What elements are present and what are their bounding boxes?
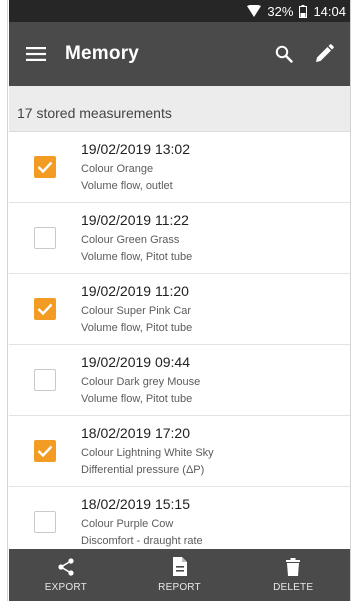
edit-button[interactable] bbox=[304, 22, 344, 86]
status-bar: 32% 14:04 bbox=[9, 0, 350, 22]
measurement-name: Colour Green Grass bbox=[81, 234, 180, 246]
report-button[interactable]: REPORT bbox=[123, 549, 237, 601]
document-icon bbox=[172, 557, 187, 576]
measurement-list[interactable]: 19/02/2019 13:02 Colour Orange Volume flow… bbox=[9, 132, 350, 552]
menu-button[interactable] bbox=[9, 22, 63, 86]
select-checkbox[interactable] bbox=[34, 369, 56, 391]
measurement-name: Colour Super Pink Car bbox=[81, 305, 192, 317]
subheader-spacer bbox=[9, 86, 350, 94]
measurement-details: 19/02/2019 11:20 Colour Super Pink Car Vol… bbox=[81, 281, 192, 337]
menu-icon bbox=[26, 47, 46, 61]
select-checkbox[interactable] bbox=[34, 440, 56, 462]
checkmark-icon bbox=[37, 161, 53, 173]
measurement-name: Colour Lightning White Sky bbox=[81, 447, 214, 459]
measurement-details: 19/02/2019 13:02 Colour Orange Volume flow… bbox=[81, 139, 190, 195]
measurement-datetime: 19/02/2019 13:02 bbox=[81, 141, 190, 157]
measurement-type: Volume flow, Pitot tube bbox=[81, 251, 193, 263]
checkmark-icon bbox=[37, 303, 53, 315]
list-item[interactable]: 18/02/2019 17:20 Colour Lightning White S… bbox=[9, 416, 350, 487]
checkmark-icon bbox=[37, 445, 53, 457]
list-item[interactable]: 19/02/2019 11:22 Colour Green Grass Volume… bbox=[9, 203, 350, 274]
checkbox-container bbox=[9, 416, 81, 487]
checkbox-container bbox=[9, 487, 81, 553]
phone-screen: 32% 14:04 Memory 17 stored measurements … bbox=[9, 0, 350, 601]
bottom-action-bar: EXPORT REPORT DELETE bbox=[9, 549, 350, 601]
search-button[interactable] bbox=[264, 22, 304, 86]
checkbox-container bbox=[9, 345, 81, 416]
checkbox-container bbox=[9, 203, 81, 274]
checkbox-container bbox=[9, 132, 81, 203]
delete-button[interactable]: DELETE bbox=[236, 549, 350, 601]
measurement-datetime: 18/02/2019 17:20 bbox=[81, 425, 190, 441]
battery-icon bbox=[299, 4, 308, 18]
measurement-name: Colour Orange bbox=[81, 163, 154, 175]
measurement-name: Colour Purple Cow bbox=[81, 518, 174, 530]
measurement-type: Discomfort - draught rate bbox=[81, 535, 203, 547]
select-checkbox[interactable] bbox=[34, 156, 56, 178]
measurement-datetime: 18/02/2019 15:15 bbox=[81, 496, 190, 512]
measurement-details: 19/02/2019 09:44 Colour Dark grey Mouse Vo… bbox=[81, 352, 200, 408]
export-label: EXPORT bbox=[44, 581, 87, 593]
battery-percent: 32% bbox=[267, 3, 294, 19]
measurement-type: Volume flow, outlet bbox=[81, 180, 173, 192]
measurement-type: Volume flow, Pitot tube bbox=[81, 322, 193, 334]
list-item[interactable]: 18/02/2019 15:15 Colour Purple Cow Discomf… bbox=[9, 487, 350, 552]
select-checkbox[interactable] bbox=[34, 298, 56, 320]
delete-label: DELETE bbox=[273, 581, 314, 593]
page-title: Memory bbox=[65, 43, 140, 64]
measurement-details: 19/02/2019 11:22 Colour Green Grass Volume… bbox=[81, 210, 192, 266]
measurement-type: Volume flow, Pitot tube bbox=[81, 393, 193, 405]
measurement-details: 18/02/2019 17:20 Colour Lightning White S… bbox=[81, 423, 214, 479]
left-border bbox=[0, 0, 8, 601]
checkbox-container bbox=[9, 274, 81, 345]
share-icon bbox=[58, 557, 74, 576]
status-time: 14:04 bbox=[313, 3, 346, 19]
measurement-datetime: 19/02/2019 09:44 bbox=[81, 354, 190, 370]
screen: 32% 14:04 Memory 17 stored measurements … bbox=[0, 0, 354, 601]
select-checkbox[interactable] bbox=[34, 511, 56, 533]
measurement-datetime: 19/02/2019 11:20 bbox=[81, 283, 189, 299]
list-item[interactable]: 19/02/2019 13:02 Colour Orange Volume flow… bbox=[9, 132, 350, 203]
measurement-name: Colour Dark grey Mouse bbox=[81, 376, 201, 388]
export-button[interactable]: EXPORT bbox=[9, 549, 123, 601]
measurement-type: Differential pressure (ΔP) bbox=[81, 464, 205, 476]
measurement-datetime: 19/02/2019 11:22 bbox=[81, 212, 189, 228]
list-item[interactable]: 19/02/2019 11:20 Colour Super Pink Car Vol… bbox=[9, 274, 350, 345]
select-checkbox[interactable] bbox=[34, 227, 56, 249]
right-border bbox=[350, 0, 354, 601]
report-label: REPORT bbox=[158, 582, 201, 593]
wifi-icon bbox=[247, 5, 262, 17]
measurement-count: 17 stored measurements bbox=[9, 94, 350, 132]
pencil-icon bbox=[316, 44, 334, 62]
app-bar: Memory bbox=[9, 22, 350, 86]
trash-icon bbox=[286, 557, 301, 576]
measurement-details: 18/02/2019 15:15 Colour Purple Cow Discomf… bbox=[81, 494, 203, 550]
search-icon bbox=[275, 45, 293, 63]
list-item[interactable]: 19/02/2019 09:44 Colour Dark grey Mouse Vo… bbox=[9, 345, 350, 416]
